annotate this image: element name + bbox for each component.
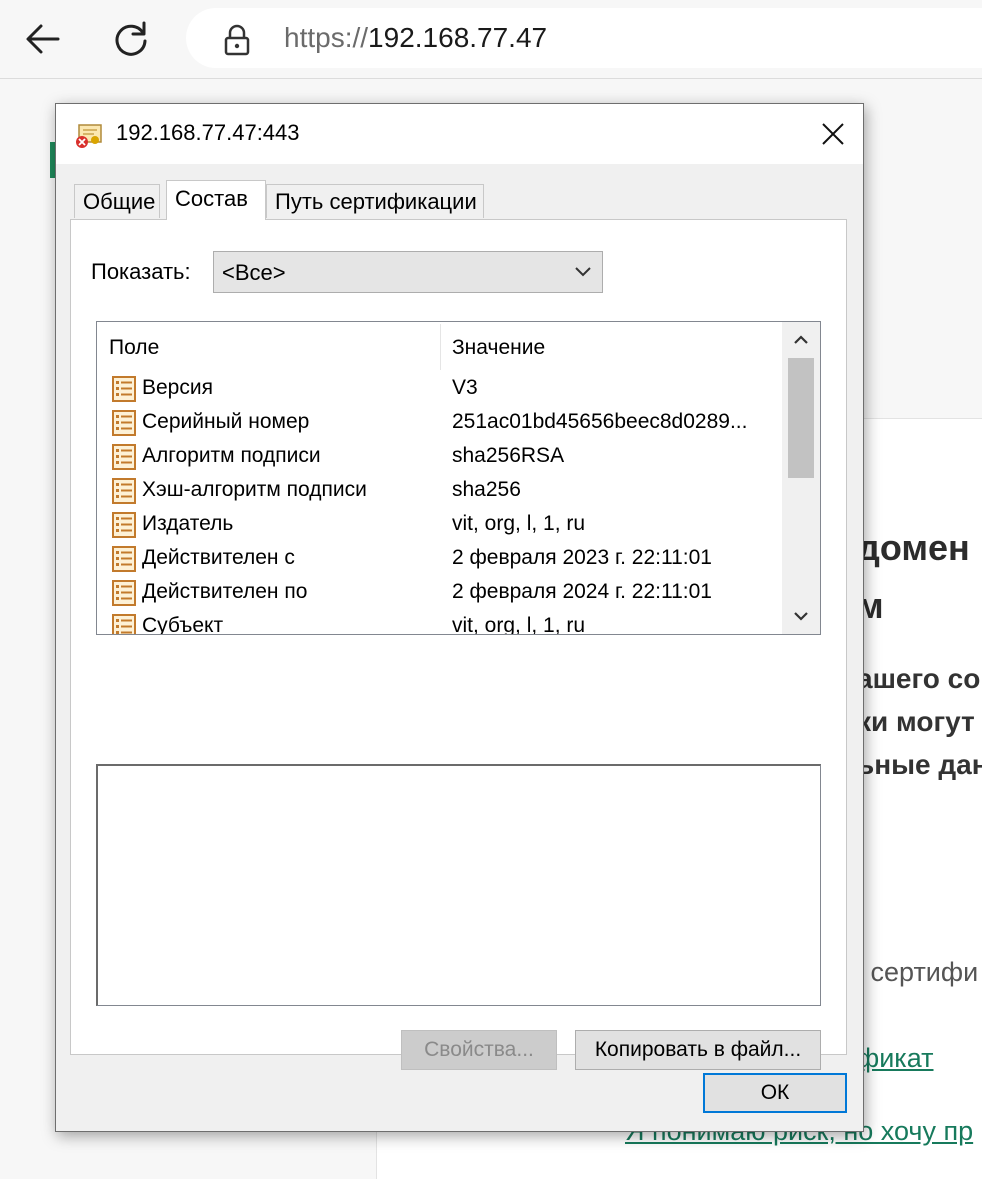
column-header-field[interactable]: Поле (97, 322, 440, 372)
row-value: V3 (452, 376, 478, 399)
list-item[interactable]: Действителен с 2 февраля 2023 г. 22:11:0… (97, 542, 781, 576)
list-item[interactable]: Алгоритм подписи sha256RSA (97, 440, 781, 474)
page-paragraph-line1: ашего со (857, 663, 981, 694)
row-value: sha256 (452, 478, 521, 501)
row-field: Действителен с (142, 546, 295, 569)
close-button[interactable] (803, 104, 863, 164)
field-icon (112, 376, 136, 402)
certificate-error-icon (76, 124, 102, 148)
dialog-title: 192.168.77.47:443 (116, 120, 300, 145)
row-value: 2 февраля 2023 г. 22:11:01 (452, 546, 712, 569)
tab-certification-path[interactable]: Путь сертификации (266, 184, 484, 218)
row-field: Издатель (142, 512, 234, 535)
field-icon (112, 478, 136, 504)
url-scheme: https:// (284, 22, 369, 53)
scroll-up-button[interactable] (782, 322, 820, 358)
row-field: Версия (142, 376, 213, 399)
field-icon (112, 444, 136, 470)
url-text: https://192.168.77.47 (284, 22, 547, 54)
field-icon (112, 546, 136, 572)
list-item[interactable]: Серийный номер 251ac01bd45656beec8d0289.… (97, 406, 781, 440)
reload-icon (115, 21, 147, 56)
list-scrollbar[interactable] (782, 322, 820, 634)
fields-listbox[interactable]: Поле Значение Версия V3 Серийный номер 2… (96, 321, 821, 635)
details-panel: Показать: <Все> Поле Значение Версия V3 … (70, 219, 847, 1070)
page-heading-line1: домен (857, 527, 970, 568)
field-detail-textbox[interactable] (96, 764, 821, 1006)
back-button[interactable] (18, 14, 68, 64)
page-paragraph-line3: ьные дан (857, 749, 982, 780)
row-value: 251ac01bd45656beec8d0289... (452, 410, 748, 433)
chevron-down-icon (794, 612, 808, 621)
field-icon (112, 512, 136, 538)
browser-toolbar: https://192.168.77.47 (0, 0, 982, 79)
show-select-value: <Все> (222, 260, 286, 285)
lock-icon[interactable] (222, 24, 252, 56)
page-paragraph-line2: ки могут (857, 706, 975, 737)
reload-button[interactable] (106, 14, 156, 64)
field-icon (112, 614, 136, 634)
page-cert-text: і сертифи (857, 957, 979, 987)
scroll-down-button[interactable] (782, 598, 820, 634)
copy-to-file-button[interactable]: Копировать в файл... (575, 1030, 821, 1070)
chevron-down-icon (575, 267, 591, 277)
field-icon (112, 410, 136, 436)
tab-general[interactable]: Общие (74, 184, 160, 218)
row-value: sha256RSA (452, 444, 565, 467)
view-certificate-link[interactable]: фикат (857, 1043, 934, 1074)
show-label: Показать: (91, 259, 191, 284)
close-icon (822, 123, 844, 145)
certificate-dialog: 192.168.77.47:443 Общие Состав Путь серт… (55, 103, 864, 1132)
row-field: Серийный номер (142, 410, 310, 433)
row-field: Субъект (142, 614, 224, 634)
tab-details[interactable]: Состав (166, 180, 266, 220)
list-item[interactable]: Издатель vit, org, l, 1, ru (97, 508, 781, 542)
row-value: vit, org, l, 1, ru (452, 614, 586, 634)
ok-button[interactable]: ОК (703, 1073, 847, 1113)
dialog-titlebar[interactable]: 192.168.77.47:443 (56, 104, 863, 164)
row-field: Алгоритм подписи (142, 444, 321, 467)
properties-button[interactable]: Свойства... (401, 1030, 557, 1070)
row-value: vit, org, l, 1, ru (452, 512, 586, 535)
fields-rows: Версия V3 Серийный номер 251ac01bd45656b… (97, 372, 781, 634)
arrow-left-icon (26, 24, 60, 54)
scroll-thumb[interactable] (788, 358, 814, 478)
list-item[interactable]: Действителен по 2 февраля 2024 г. 22:11:… (97, 576, 781, 610)
row-value: 2 февраля 2024 г. 22:11:01 (452, 580, 712, 603)
row-field: Хэш-алгоритм подписи (142, 478, 367, 501)
list-item[interactable]: Субъект vit, org, l, 1, ru (97, 610, 781, 634)
chevron-up-icon (794, 335, 808, 344)
column-header-value[interactable]: Значение (440, 322, 783, 372)
list-item[interactable]: Хэш-алгоритм подписи sha256 (97, 474, 781, 508)
url-host: 192.168.77.47 (368, 22, 548, 53)
address-bar[interactable]: https://192.168.77.47 (186, 8, 982, 68)
list-item[interactable]: Версия V3 (97, 372, 781, 406)
show-select[interactable]: <Все> (213, 251, 603, 293)
row-field: Действителен по (142, 580, 308, 603)
field-icon (112, 580, 136, 606)
